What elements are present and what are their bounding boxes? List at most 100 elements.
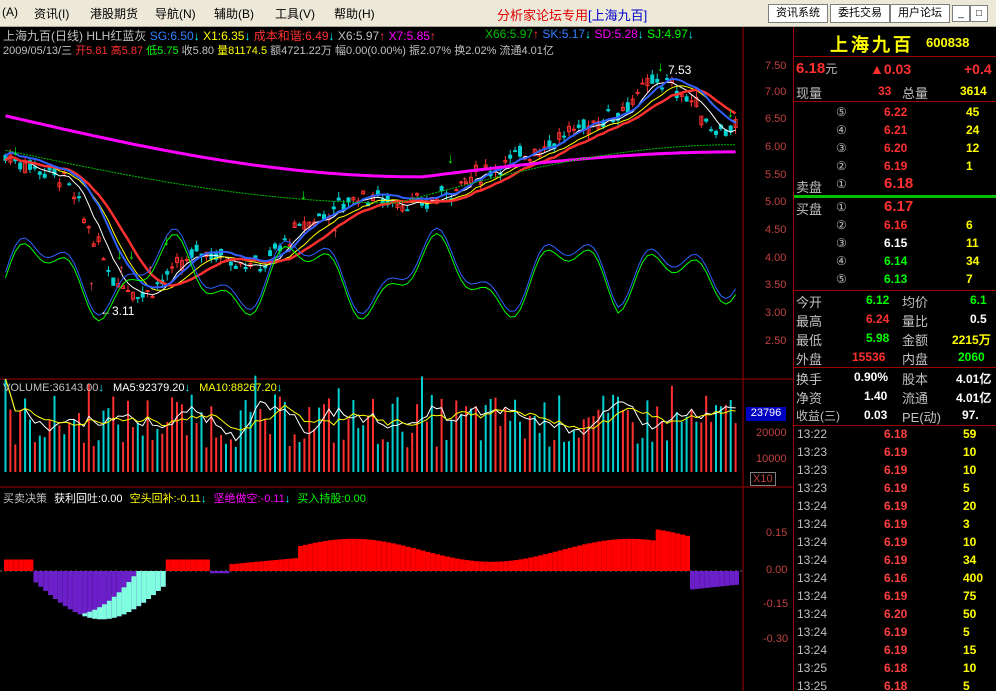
volume-bar bbox=[548, 446, 551, 472]
signal-bar bbox=[347, 538, 352, 571]
signal-bar-cyan bbox=[155, 571, 161, 591]
high-marker-label: 7.53 bbox=[668, 63, 692, 77]
bid-level: ④ bbox=[836, 254, 847, 268]
axis-tick: 4.00 bbox=[765, 252, 787, 264]
signal-bar bbox=[582, 544, 588, 571]
volume-bar bbox=[122, 442, 125, 472]
stat-label: 换手 bbox=[796, 372, 823, 387]
signal-bar bbox=[601, 540, 607, 571]
signal-bar bbox=[660, 530, 666, 571]
signal-bar bbox=[724, 571, 730, 586]
bid-price[interactable]: 6.13 bbox=[884, 272, 907, 286]
volume-bar bbox=[313, 428, 316, 472]
signal-bar bbox=[307, 543, 313, 571]
menu-item-info[interactable]: 资讯(I) bbox=[34, 5, 69, 22]
signal-bar bbox=[356, 538, 362, 571]
menu-item-assist[interactable]: 辅助(B) bbox=[214, 5, 254, 22]
trade-button[interactable]: 委托交易 bbox=[830, 4, 890, 23]
signal-bar bbox=[87, 571, 93, 618]
signal-bar bbox=[283, 559, 289, 571]
signal-bar bbox=[592, 542, 597, 571]
signal-bar bbox=[268, 560, 274, 571]
stat-label: 收益(三) bbox=[796, 409, 840, 423]
tick-list[interactable]: 13:22 6.18 59 13:23 6.19 10 13:23 6.19 10 13:2… bbox=[794, 427, 996, 691]
signal-bar-cyan bbox=[160, 571, 166, 587]
chart-area[interactable]: ↑ ↑ ↑ ↑ ↑ ↑ ↓ ↓ ↓ ↓ ↓ ↓ ↓ ↓ 上海九百(日线) HLH红蓝灰 SG:6.50↓ … bbox=[0, 27, 793, 691]
stat-label: 净资 bbox=[796, 391, 823, 406]
stat-label: 金额 bbox=[902, 333, 929, 348]
volume-legend: VOLUME:36143.00↓ MA5:92379.20↓ MA10:8826… bbox=[3, 382, 283, 394]
signal-bar bbox=[690, 571, 695, 590]
signal-bar-cyan bbox=[131, 576, 137, 610]
bid-price[interactable]: 6.17 bbox=[884, 198, 913, 215]
menu-item-tools[interactable]: 工具(V) bbox=[275, 5, 315, 22]
volume-bar bbox=[563, 441, 566, 472]
menu-item-help[interactable]: 帮助(H) bbox=[334, 5, 375, 22]
volume-bar bbox=[239, 410, 242, 472]
buy-arrow-icon: ↑ bbox=[88, 277, 95, 293]
ask-price[interactable]: 6.21 bbox=[884, 123, 907, 137]
volume-bar bbox=[690, 409, 693, 472]
chart-canvas[interactable]: ↑↑ ↑↑↑↑↓↓ ↓↓↓↓↓↓ bbox=[0, 27, 793, 691]
signal-bar bbox=[170, 559, 176, 571]
restore-icon[interactable]: □ bbox=[970, 5, 988, 22]
last-price: 6.18元 bbox=[796, 60, 838, 77]
ask-price[interactable]: 6.22 bbox=[884, 105, 907, 119]
buy-arrow-icon: ↑ bbox=[147, 261, 154, 277]
low-marker-label: ←3.11 bbox=[100, 304, 135, 318]
legend-sj: SJ:4.97 bbox=[647, 27, 688, 41]
volume-bar bbox=[73, 419, 76, 472]
signal-axis-tick: -0.30 bbox=[763, 633, 789, 645]
ask-price[interactable]: 6.18 bbox=[884, 175, 913, 192]
forum-button[interactable]: 用户论坛 bbox=[890, 4, 950, 23]
tick-row: 13:23 6.19 10 bbox=[797, 445, 977, 459]
candle-body bbox=[660, 87, 665, 90]
signal-bar bbox=[675, 533, 681, 571]
bid-price[interactable]: 6.16 bbox=[884, 218, 907, 232]
signal-bar-cyan bbox=[92, 609, 98, 619]
signal-bar bbox=[645, 539, 651, 571]
ask-price[interactable]: 6.20 bbox=[884, 141, 907, 155]
menu-item-hk-futures[interactable]: 港股期货 bbox=[90, 5, 138, 22]
menu-item-nav[interactable]: 导航(N) bbox=[155, 5, 196, 22]
volume-ma10: MA10:88267.20 bbox=[199, 382, 277, 394]
signal-bar bbox=[494, 561, 499, 571]
volume-bar bbox=[631, 422, 634, 472]
axis-tick: 4.50 bbox=[765, 224, 787, 236]
volume-bar bbox=[685, 416, 688, 472]
volume-bar bbox=[244, 400, 247, 472]
signal-bar bbox=[513, 560, 519, 571]
bar-open: 开5.81 bbox=[75, 45, 108, 57]
stat-label: 今开 bbox=[796, 295, 823, 310]
bid-price[interactable]: 6.15 bbox=[884, 236, 907, 250]
signal-bar bbox=[239, 563, 245, 571]
volume-bar bbox=[421, 376, 423, 472]
ask-price[interactable]: 6.19 bbox=[884, 159, 907, 173]
signal-bar bbox=[337, 539, 343, 571]
candle-body bbox=[165, 271, 170, 275]
signal-bar bbox=[405, 546, 411, 571]
volume-axis-tick: 20000 bbox=[756, 427, 787, 439]
volume-bar bbox=[396, 397, 399, 472]
volume-bar bbox=[14, 444, 17, 472]
candle-body bbox=[194, 244, 199, 252]
signal-bar bbox=[533, 556, 539, 571]
signal-bar bbox=[440, 555, 445, 571]
bar-turnover: 换2.02% bbox=[454, 45, 497, 57]
volume-bar bbox=[293, 434, 296, 472]
minimize-icon[interactable]: _ bbox=[952, 5, 970, 22]
volume-bar bbox=[141, 435, 144, 472]
volume-bar bbox=[450, 420, 453, 472]
bar-amount: 额4721.22万 bbox=[270, 45, 332, 57]
bid-price[interactable]: 6.14 bbox=[884, 254, 907, 268]
info-system-button[interactable]: 资讯系统 bbox=[768, 4, 828, 23]
signal-bar bbox=[396, 544, 401, 571]
signal-bar bbox=[562, 549, 568, 571]
tick-row: 13:24 6.20 50 bbox=[797, 607, 977, 621]
candle-body bbox=[704, 118, 709, 122]
volume-bar bbox=[337, 388, 340, 472]
volume-bar bbox=[102, 410, 105, 472]
sell-arrow-icon: ↓ bbox=[128, 246, 135, 262]
candle-body bbox=[655, 78, 660, 83]
menu-item-a[interactable]: (A) bbox=[2, 5, 18, 19]
